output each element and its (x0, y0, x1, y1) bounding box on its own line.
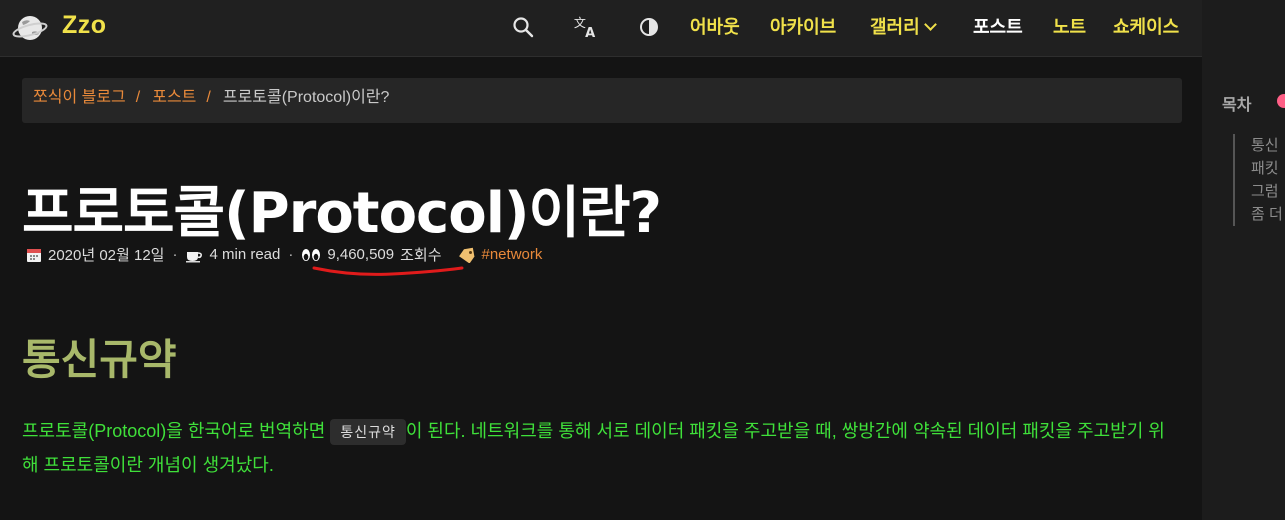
toc-item[interactable]: 좀 더 (1251, 203, 1283, 226)
breadcrumb-separator: / (135, 89, 141, 106)
tag-icon (458, 247, 476, 263)
nav-notes[interactable]: 노트 (1053, 13, 1086, 39)
nav-showcase[interactable]: 쇼케이스 (1113, 13, 1179, 39)
nav-about[interactable]: 어바웃 (690, 13, 740, 39)
nav-posts[interactable]: 포스트 (973, 13, 1023, 39)
inline-code: 통신규약 (330, 419, 406, 445)
toc-toggle-dot[interactable] (1277, 94, 1285, 108)
breadcrumb-separator: / (206, 89, 211, 106)
svg-text:A: A (585, 26, 595, 40)
nav-gallery-label: 갤러리 (870, 17, 920, 37)
eyes-icon (301, 248, 321, 262)
breadcrumb-posts-link[interactable]: 포스트 (152, 89, 196, 106)
chevron-down-icon (923, 18, 937, 31)
nav-gallery[interactable]: 갤러리 (870, 13, 937, 39)
meta-separator: · (288, 246, 294, 263)
post-title: 프로토콜(Protocol)이란? (22, 181, 662, 246)
toc-item[interactable]: 그럼 (1251, 180, 1283, 203)
toc-panel: 목차 통신 패킷 그럼 좀 더 (1202, 0, 1285, 520)
toc-item[interactable]: 통신 (1251, 134, 1283, 157)
section-heading: 통신규약 (22, 335, 177, 384)
post-date: 2020년 02월 12일 (48, 247, 165, 264)
brand-name[interactable]: Zzo (62, 11, 107, 40)
view-count: 9,460,509 (327, 246, 395, 263)
read-time: 4 min read (209, 246, 281, 263)
breadcrumb-current: 프로토콜(Protocol)이란? (222, 89, 390, 106)
coffee-icon (185, 247, 203, 263)
toc-item[interactable]: 패킷 (1251, 157, 1283, 180)
breadcrumb: 쪼식이 블로그 / 포스트 / 프로토콜(Protocol)이란? (22, 78, 1182, 123)
meta-separator: · (172, 246, 178, 263)
theme-toggle-icon[interactable] (636, 14, 662, 40)
nav-archive[interactable]: 아카이브 (770, 13, 836, 39)
paragraph-text: 프로토콜(Protocol)을 한국어로 번역하면 (22, 421, 331, 441)
search-icon[interactable] (510, 14, 536, 40)
toc-list: 통신 패킷 그럼 좀 더 (1233, 134, 1283, 226)
post-tag-link[interactable]: #network (482, 246, 543, 263)
post-paragraph: 프로토콜(Protocol)을 한국어로 번역하면 통신규약 이 된다. 네트워크… (22, 414, 1172, 482)
toc-title: 목차 (1222, 97, 1252, 114)
translate-icon[interactable]: 文 A (573, 14, 599, 40)
red-underline-annotation (312, 266, 464, 276)
breadcrumb-home-link[interactable]: 쪼식이 블로그 (33, 89, 126, 106)
top-navbar: Zzo 文 A 어바웃 아카이브 갤러리 포스트 노트 쇼케이스 (0, 0, 1202, 57)
post-meta: 2020년 02월 12일 · 4 min read · 9,460,509 조… (26, 244, 542, 265)
planet-logo-icon[interactable] (12, 10, 48, 46)
calendar-icon (26, 247, 42, 263)
